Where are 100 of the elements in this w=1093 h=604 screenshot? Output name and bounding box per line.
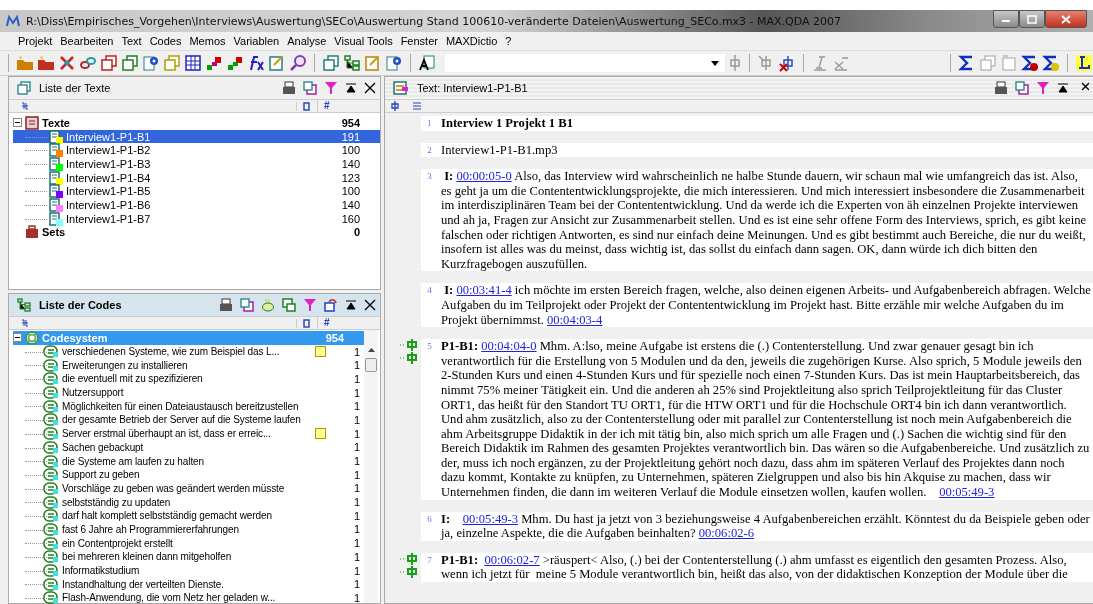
search-icon[interactable] — [289, 54, 307, 72]
code-item[interactable]: Server erstmal überhaupt an ist, dass er erreic... — [62, 428, 312, 440]
window-icon[interactable] — [100, 54, 118, 72]
code-icon — [43, 509, 59, 523]
code-item[interactable]: Instandhaltung der verteilten Dienste. — [62, 578, 312, 590]
memo-icon[interactable] — [315, 428, 326, 440]
code-item[interactable]: bei mehreren kleinen dann mitgeholfen — [62, 551, 312, 563]
timestamp-link[interactable]: 00:03:41-4 — [456, 283, 512, 298]
text-list-item[interactable]: Interview1-P1-B4 123 — [13, 170, 380, 185]
collapse-icon[interactable] — [1057, 82, 1069, 94]
menu-item[interactable]: ? — [501, 35, 516, 47]
function-icon[interactable] — [247, 54, 265, 72]
menu-item[interactable]: Text — [117, 35, 146, 47]
gear-icon[interactable] — [385, 54, 403, 72]
menu-item[interactable]: Variablen — [229, 35, 284, 47]
sort-icon[interactable] — [21, 319, 29, 327]
scroll-up-icon[interactable] — [367, 348, 375, 352]
timestamp-link[interactable]: 00:05:49-3 — [939, 485, 995, 500]
print-icon[interactable] — [282, 81, 296, 95]
column-header[interactable]: # — [317, 317, 380, 329]
menu-item[interactable]: Memos — [185, 35, 230, 47]
window-icon[interactable] — [121, 54, 139, 72]
text-list-item[interactable]: Interview1-P1-B3 140 — [13, 157, 380, 171]
tree-item[interactable]: Sets — [42, 226, 317, 239]
timestamp-link[interactable]: 00:06:02-7 — [484, 552, 540, 567]
text-list-item[interactable]: Interview1-P1-B1 191 — [13, 129, 380, 144]
scrollbar[interactable] — [364, 330, 378, 603]
sigma-icon[interactable] — [1042, 54, 1060, 72]
close-icon[interactable] — [364, 299, 376, 311]
code-item[interactable]: darf halt komplett selbstständig gemacht werden — [62, 510, 312, 522]
print-icon[interactable] — [219, 298, 233, 312]
import-icon[interactable] — [324, 298, 338, 312]
minimize-button[interactable] — [993, 10, 1019, 28]
menu-item[interactable]: Visual Tools — [330, 35, 397, 47]
code-item[interactable]: fast 6 Jahre ah Programmiererfahrungen — [62, 523, 312, 535]
code-window-icon[interactable] — [282, 298, 296, 312]
filter-icon[interactable] — [303, 298, 317, 312]
code-item[interactable]: die eventuell mit zu spezifizieren — [62, 373, 312, 385]
code-marker-icon[interactable] — [391, 101, 399, 111]
collapse-icon[interactable] — [345, 299, 357, 311]
filter-icon[interactable] — [324, 81, 338, 95]
collapse-toggle-icon[interactable] — [13, 118, 22, 128]
squares-icon[interactable] — [205, 54, 223, 72]
timestamp-link[interactable]: 00:06:02-6 — [698, 526, 754, 541]
collapse-icon[interactable] — [345, 82, 357, 94]
code-item[interactable]: selbstständig zu updaten — [62, 496, 312, 508]
scrollbar-thumb[interactable] — [365, 358, 377, 372]
code-item[interactable]: die Systeme am laufen zu halten — [62, 455, 312, 467]
code-item[interactable]: Möglichkeiten für einen Dateiaustausch bereitzustellen — [62, 400, 312, 412]
uncode-icon[interactable] — [778, 54, 796, 72]
code-item[interactable]: Erweiterungen zu installieren — [62, 359, 312, 371]
window-icon[interactable] — [322, 54, 340, 72]
open-project-icon[interactable] — [37, 54, 55, 72]
text-list-item[interactable]: Interview1-P1-B7 160 — [13, 211, 380, 226]
timestamp-link[interactable]: 00:00:05-0 — [456, 169, 512, 184]
collapse-toggle-icon[interactable] — [13, 333, 22, 343]
memo-icon[interactable] — [315, 346, 326, 358]
tree-icon[interactable] — [343, 54, 361, 72]
close-icon[interactable] — [364, 82, 376, 94]
code-item[interactable]: Nutzersupport — [62, 387, 312, 399]
code-item[interactable]: Vorschläge zu geben was geändert werden müsste — [62, 482, 312, 494]
filter-icon[interactable] — [1036, 81, 1050, 95]
code-item[interactable]: Flash-Anwendung, die vom Netz her geladen w... — [62, 592, 312, 604]
timestamp-link[interactable]: 00:05:49-3 — [462, 511, 518, 526]
cross-icon[interactable] — [58, 54, 76, 72]
text-list-item[interactable]: Interview1-P1-B6 140 — [13, 198, 380, 212]
gear-icon[interactable] — [142, 54, 160, 72]
code-item[interactable]: ein Contentprojekt erstellt — [62, 537, 312, 549]
squares-icon[interactable] — [226, 54, 244, 72]
close-button[interactable] — [1045, 10, 1087, 28]
code-item[interactable]: Support zu geben — [62, 469, 312, 481]
timestamp-link[interactable]: 00:04:04-0 — [481, 339, 537, 354]
maximize-button[interactable] — [1019, 10, 1045, 28]
sort-icon[interactable] — [21, 102, 29, 110]
code-item[interactable]: Informatikstudium — [62, 565, 312, 577]
print-icon[interactable] — [994, 81, 1008, 95]
menu-item[interactable]: MAXDictio — [441, 35, 502, 47]
grid-icon[interactable] — [184, 54, 202, 72]
code-item[interactable]: Sachen gebackupt — [62, 441, 312, 453]
export-icon[interactable] — [1015, 81, 1029, 95]
menu-item[interactable]: Analyse — [283, 35, 331, 47]
font-icon[interactable] — [418, 54, 436, 72]
link-icon[interactable] — [79, 54, 97, 72]
menu-item[interactable]: Bearbeiten — [56, 35, 118, 47]
lexicon-icon[interactable] — [1075, 54, 1093, 72]
sigma-icon[interactable] — [1021, 54, 1039, 72]
text-list-item[interactable]: Interview1-P1-B2 100 — [13, 143, 380, 158]
menu-item[interactable]: Projekt — [14, 35, 57, 47]
export-icon[interactable] — [303, 81, 317, 95]
menu-item[interactable]: Fenster — [396, 35, 442, 47]
code-item[interactable]: der gesamte Betrieb der Server auf die Systeme laufen — [62, 414, 312, 426]
timestamp-link[interactable]: 00:04:03-4 — [547, 312, 603, 327]
new-code-icon[interactable] — [261, 298, 275, 312]
text-list-item[interactable]: Interview1-P1-B5 100 — [13, 184, 380, 199]
menu-item[interactable]: Codes — [145, 35, 186, 47]
tree-item[interactable]: Texte — [42, 116, 317, 129]
column-header[interactable]: # — [317, 100, 380, 112]
code-item[interactable]: verschiedenen Systeme, wie zum Beispiel das L... — [62, 346, 312, 358]
new-project-icon[interactable] — [16, 54, 34, 72]
export-icon[interactable] — [240, 298, 254, 312]
